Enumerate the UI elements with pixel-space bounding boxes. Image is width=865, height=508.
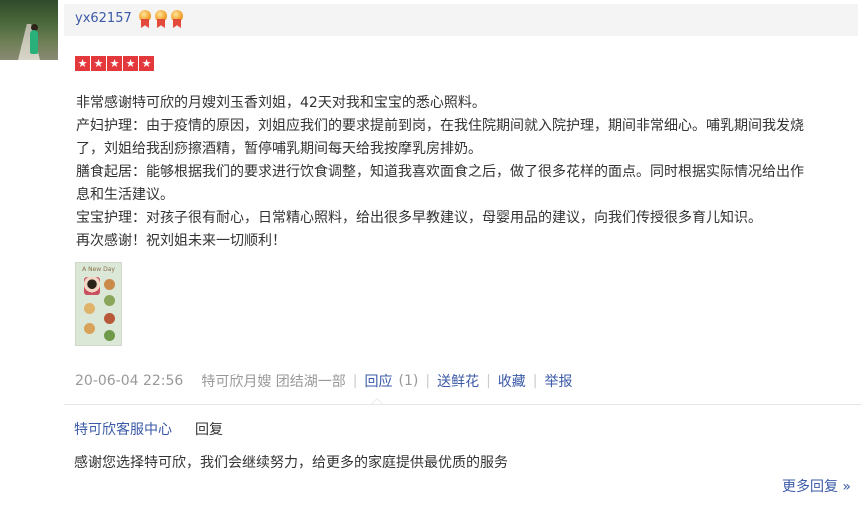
review-line: 再次感谢！祝刘姐未来一切顺利！ bbox=[76, 233, 286, 249]
username-link[interactable]: yx62157 bbox=[75, 11, 132, 26]
star-icon: ★ bbox=[123, 56, 138, 71]
reply-text: 感谢您选择特可欣，我们会继续努力，给更多的家庭提供最优质的服务 bbox=[74, 455, 508, 471]
reply-count: (1) bbox=[398, 373, 419, 389]
review-meta-bar: 20-06-04 22:56 特可欣月嫂 团结湖一部 | 回应 (1) | 送鲜… bbox=[75, 371, 573, 391]
medal-icon bbox=[170, 10, 184, 28]
reply-tag: 回复 bbox=[195, 422, 223, 438]
thumbnail-caption: A New Day bbox=[82, 266, 115, 273]
review-line: 非常感谢特可欣的月嫂刘玉香刘姐，42天对我和宝宝的悉心照料。 bbox=[76, 95, 486, 111]
medal-icon bbox=[154, 10, 168, 28]
star-rating: ★ ★ ★ ★ ★ bbox=[75, 56, 154, 71]
review-content: 非常感谢特可欣的月嫂刘玉香刘姐，42天对我和宝宝的悉心照料。 产妇护理：由于疫情… bbox=[76, 92, 865, 253]
review-date: 20-06-04 22:56 bbox=[75, 373, 184, 389]
avatar-person bbox=[30, 30, 38, 54]
star-icon: ★ bbox=[91, 56, 106, 71]
review-line: 宝宝护理：对孩子很有耐心，日常精心照料，给出很多早教建议，母婴用品的建议，向我们… bbox=[76, 210, 762, 226]
thumbnail-dish bbox=[84, 323, 95, 334]
thumbnail-dish bbox=[104, 313, 115, 324]
thumbnail-portrait bbox=[84, 277, 100, 295]
thumbnail-dish bbox=[84, 303, 95, 314]
service-name: 特可欣月嫂 团结湖一部 bbox=[201, 374, 346, 390]
report-button[interactable]: 举报 bbox=[545, 371, 573, 391]
star-icon: ★ bbox=[75, 56, 90, 71]
thumbnail-dish bbox=[104, 295, 115, 306]
star-icon: ★ bbox=[139, 56, 154, 71]
review-line: 膳食起居：能够根据我们的要求进行饮食调整，知道我喜欢面食之后，做了很多花样的面点… bbox=[76, 164, 804, 180]
reply-button[interactable]: 回应 bbox=[365, 371, 393, 391]
review-line: 息和生活建议。 bbox=[76, 187, 174, 203]
review-photo-thumbnail[interactable]: A New Day bbox=[75, 262, 122, 346]
review-line: 产妇护理：由于疫情的原因，刘姐应我们的要求提前到岗，在我住院期间就入院护理，期间… bbox=[76, 118, 804, 134]
reply-author-link[interactable]: 特可欣客服中心 bbox=[74, 419, 172, 439]
more-replies-link[interactable]: 更多回复 » bbox=[782, 476, 851, 496]
review-line: 了，刘姐给我刮痧擦酒精，暂停哺乳期间每天给我按摩乳房排奶。 bbox=[76, 141, 482, 157]
thumbnail-dish bbox=[104, 279, 115, 290]
send-flower-button[interactable]: 送鲜花 bbox=[437, 371, 479, 391]
medal-icon bbox=[138, 10, 152, 28]
collect-button[interactable]: 收藏 bbox=[498, 371, 526, 391]
thumbnail-dish bbox=[104, 330, 115, 341]
star-icon: ★ bbox=[107, 56, 122, 71]
user-medals bbox=[138, 10, 184, 28]
review-header: yx62157 bbox=[64, 4, 858, 36]
user-avatar[interactable] bbox=[0, 0, 58, 60]
